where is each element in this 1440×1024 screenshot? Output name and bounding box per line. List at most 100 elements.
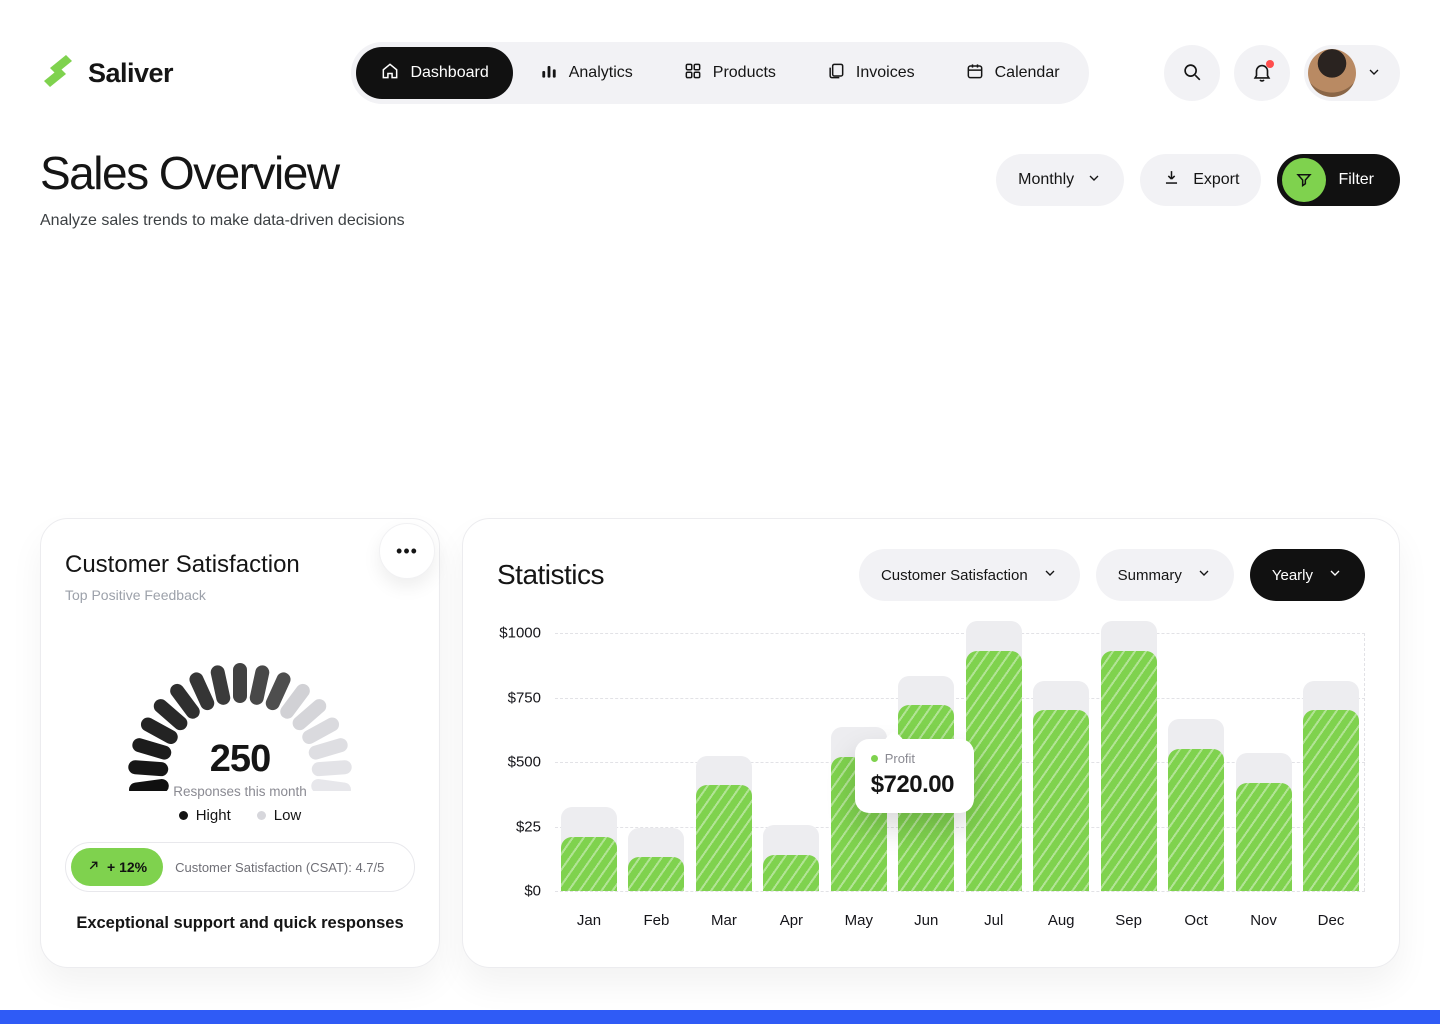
bar — [1101, 651, 1157, 891]
y-axis: $1000$750$500$25$0 — [497, 633, 555, 891]
topbar: Saliver Dashboard Analytics Products Inv… — [0, 0, 1440, 104]
notifications-button[interactable] — [1234, 45, 1290, 101]
satisfaction-gauge: 250 Responses this month — [65, 611, 415, 799]
nav-item-calendar[interactable]: Calendar — [941, 47, 1084, 99]
bar-column-oct[interactable]: Oct — [1168, 633, 1224, 891]
y-tick-label: $0 — [524, 883, 541, 900]
gauge-tick — [311, 760, 352, 777]
statistics-dropdowns: Customer Satisfaction Summary Yearly — [859, 549, 1365, 601]
brand: Saliver — [40, 53, 340, 94]
export-button[interactable]: Export — [1140, 154, 1261, 206]
bar-column-feb[interactable]: Feb — [628, 633, 684, 891]
chevron-down-icon — [1196, 565, 1212, 585]
home-icon — [380, 61, 400, 86]
month-label: May — [831, 912, 887, 929]
nav-item-dashboard[interactable]: Dashboard — [356, 47, 512, 99]
statistics-card: Statistics Customer Satisfaction Summary… — [462, 518, 1400, 968]
bar-column-sep[interactable]: Sep — [1101, 633, 1157, 891]
bar-column-dec[interactable]: Dec — [1303, 633, 1359, 891]
chevron-down-icon — [1327, 565, 1343, 585]
statistics-title: Statistics — [497, 559, 604, 591]
header-controls: Monthly Export Filter — [996, 154, 1400, 206]
period-dropdown-value: Monthly — [1018, 171, 1074, 189]
growth-badge-value: + 12% — [107, 859, 147, 875]
gauge-tick — [128, 778, 170, 791]
legend-label-high: Hight — [196, 807, 231, 824]
bar-column-jan[interactable]: Jan — [561, 633, 617, 891]
month-label: Aug — [1033, 912, 1089, 929]
nav-item-invoices[interactable]: Invoices — [802, 47, 939, 99]
cs-card-title: Customer Satisfaction — [65, 551, 415, 579]
nav-label: Calendar — [995, 64, 1060, 82]
search-button[interactable] — [1164, 45, 1220, 101]
metric-dropdown[interactable]: Customer Satisfaction — [859, 549, 1080, 601]
main-nav: Dashboard Analytics Products Invoices Ca… — [351, 42, 1088, 104]
legend-item-low: Low — [257, 807, 302, 824]
nav-label: Dashboard — [410, 64, 488, 82]
csat-caption: Customer Satisfaction (CSAT): 4.7/5 — [175, 860, 384, 875]
bar-column-aug[interactable]: Aug — [1033, 633, 1089, 891]
nav-item-products[interactable]: Products — [659, 47, 800, 99]
page-title: Sales Overview — [40, 146, 405, 200]
gauge-tick — [310, 778, 352, 791]
topbar-actions — [1100, 45, 1400, 101]
month-label: Jun — [898, 912, 954, 929]
month-label: Sep — [1101, 912, 1157, 929]
y-tick-label: $1000 — [499, 625, 541, 642]
tooltip-series: Profit — [871, 751, 954, 766]
month-label: Jul — [966, 912, 1022, 929]
y-tick-label: $25 — [516, 818, 541, 835]
bar-column-jul[interactable]: Jul — [966, 633, 1022, 891]
growth-badge: + 12% — [71, 848, 163, 886]
period-dropdown[interactable]: Monthly — [996, 154, 1124, 206]
y-tick-label: $500 — [508, 754, 541, 771]
bar — [966, 651, 1022, 891]
page-subtitle: Analyze sales trends to make data-driven… — [40, 212, 405, 230]
customer-satisfaction-card: Customer Satisfaction Top Positive Feedb… — [40, 518, 440, 968]
filter-button[interactable]: Filter — [1277, 154, 1400, 206]
cs-card-footer: Exceptional support and quick responses — [65, 914, 415, 933]
gauge-tick — [233, 663, 247, 703]
summary-dropdown[interactable]: Summary — [1096, 549, 1234, 601]
download-icon — [1162, 168, 1181, 192]
search-icon — [1181, 61, 1203, 86]
ellipsis-icon: ••• — [396, 541, 418, 562]
calendar-icon — [965, 61, 985, 86]
legend-dot-high — [179, 811, 188, 820]
month-label: Feb — [628, 912, 684, 929]
nav-label: Analytics — [569, 64, 633, 82]
invoice-icon — [826, 61, 846, 86]
gauge-svg — [80, 611, 400, 791]
profile-menu[interactable] — [1304, 45, 1400, 101]
chevron-down-icon — [1042, 565, 1058, 585]
grid-icon — [683, 61, 703, 86]
page-header: Sales Overview Analyze sales trends to m… — [0, 104, 1440, 230]
chart-tooltip: Profit $720.00 — [855, 739, 974, 813]
bar — [561, 837, 617, 891]
bar-column-apr[interactable]: Apr — [763, 633, 819, 891]
legend-item-high: Hight — [179, 807, 231, 824]
month-label: Oct — [1168, 912, 1224, 929]
chevron-down-icon — [1086, 170, 1102, 191]
month-label: Nov — [1236, 912, 1292, 929]
bar — [696, 785, 752, 891]
statistics-header: Statistics Customer Satisfaction Summary… — [497, 549, 1365, 601]
y-tick-label: $750 — [508, 689, 541, 706]
bar-chart-icon — [539, 61, 559, 86]
bar-column-nov[interactable]: Nov — [1236, 633, 1292, 891]
bar — [763, 855, 819, 891]
range-dropdown[interactable]: Yearly — [1250, 549, 1365, 601]
bar-column-mar[interactable]: Mar — [696, 633, 752, 891]
export-label: Export — [1193, 171, 1239, 189]
gauge-tick — [128, 760, 169, 777]
bar — [1033, 710, 1089, 891]
bar — [1168, 749, 1224, 891]
bar — [1303, 710, 1359, 891]
nav-item-analytics[interactable]: Analytics — [515, 47, 657, 99]
summary-dropdown-value: Summary — [1118, 567, 1182, 584]
range-dropdown-value: Yearly — [1272, 567, 1313, 584]
arrow-up-right-icon — [87, 859, 100, 875]
avatar — [1308, 49, 1356, 97]
more-options-button[interactable]: ••• — [379, 523, 435, 579]
brand-logo-icon — [40, 53, 76, 94]
